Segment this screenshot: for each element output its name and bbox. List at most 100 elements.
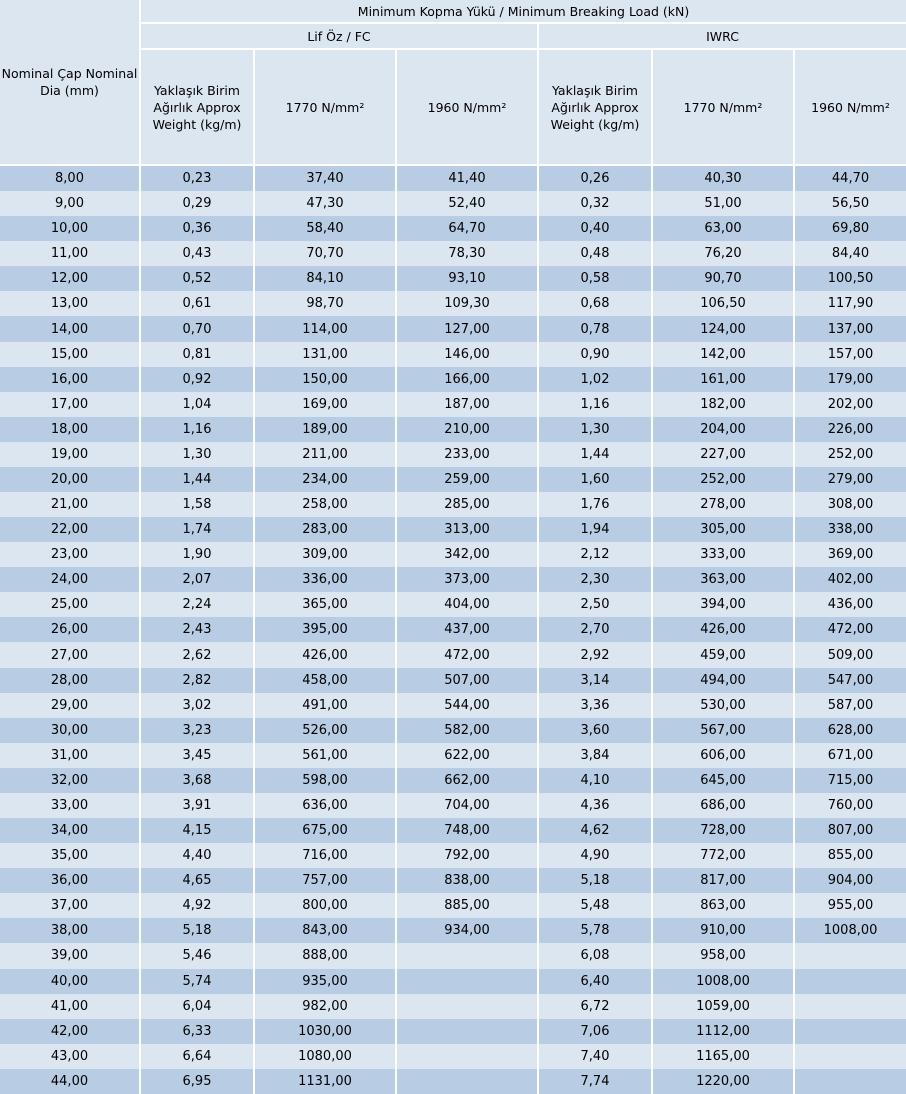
table-row: 42,00 6,33 1030,00 7,06 1112,00 <box>0 1018 906 1044</box>
fc-1770-cell: 1030,00 <box>253 1018 396 1044</box>
iwrc-weight-cell: 3,14 <box>537 667 652 693</box>
iwrc-1960-cell: 472,00 <box>792 617 906 643</box>
table-row: 38,00 5,18 843,00 934,00 5,78 910,00 1008,00 <box>0 918 906 944</box>
iwrc-weight-cell: 0,68 <box>537 291 652 317</box>
fc-1960-cell <box>395 943 538 969</box>
iwrc-1770-cell: 252,00 <box>651 466 794 493</box>
fc-1960-cell: 52,40 <box>395 191 538 217</box>
iwrc-1770-cell: 394,00 <box>651 592 794 618</box>
iwrc-weight-cell: 7,06 <box>537 1018 652 1044</box>
fc-1960-cell: 373,00 <box>395 567 538 593</box>
fc-1770-cell: 309,00 <box>253 542 396 568</box>
fc-1770-cell: 150,00 <box>253 366 396 392</box>
table-body: 8,00 0,23 37,40 41,40 0,26 40,30 44,70 9,00 0,29… <box>0 163 906 1094</box>
fc-1770-cell: 1080,00 <box>253 1043 396 1069</box>
iwrc-1770-cell: 305,00 <box>651 517 794 543</box>
fc-1770-cell: 37,40 <box>253 163 396 192</box>
table-row: 13,00 0,61 98,70 109,30 0,68 106,50 117,90 <box>0 291 906 317</box>
fc-1770-cell: 365,00 <box>253 592 396 618</box>
iwrc-1770-cell: 1165,00 <box>651 1043 794 1069</box>
iwrc-1770-cell: 530,00 <box>651 692 794 718</box>
fc-1960-cell: 233,00 <box>395 441 538 467</box>
iwrc-1960-cell: 1008,00 <box>792 918 906 944</box>
fc-1960-cell: 472,00 <box>395 642 538 668</box>
iwrc-1770-cell: 106,50 <box>651 291 794 317</box>
iwrc-1770-cell: 90,70 <box>651 266 794 292</box>
fc-1960-cell: 748,00 <box>395 818 538 844</box>
table-row: 43,00 6,64 1080,00 7,40 1165,00 <box>0 1043 906 1069</box>
iwrc-weight-cell: 4,10 <box>537 767 652 793</box>
fc-weight-cell: 4,65 <box>139 868 254 894</box>
iwrc-weight-cell: 5,78 <box>537 918 652 944</box>
nominal-dia-cell: 12,00 <box>0 266 140 292</box>
fc-1770-cell: 526,00 <box>253 717 396 743</box>
iwrc-weight-cell: 2,70 <box>537 617 652 643</box>
iwrc-1960-cell: 226,00 <box>792 416 906 442</box>
fc-1960-cell <box>395 968 538 994</box>
fc-1770-cell: 84,10 <box>253 266 396 292</box>
table-row: 39,00 5,46 888,00 6,08 958,00 <box>0 943 906 969</box>
nominal-dia-cell: 43,00 <box>0 1043 140 1069</box>
nominal-dia-cell: 30,00 <box>0 717 140 743</box>
table-row: 23,00 1,90 309,00 342,00 2,12 333,00 369,00 <box>0 542 906 568</box>
fc-weight-cell: 2,62 <box>139 642 254 668</box>
iwrc-weight-cell: 0,32 <box>537 191 652 217</box>
nominal-dia-cell: 33,00 <box>0 792 140 819</box>
iwrc-1960-cell: 904,00 <box>792 868 906 894</box>
table-row: 11,00 0,43 70,70 78,30 0,48 76,20 84,40 <box>0 241 906 267</box>
fc-weight-cell: 0,70 <box>139 316 254 342</box>
fc-1960-cell: 187,00 <box>395 391 538 417</box>
iwrc-weight-header: Yaklaşık Birim Ağırlık Approx Weight (kg… <box>537 48 652 165</box>
iwrc-1770-cell: 1059,00 <box>651 993 794 1019</box>
iwrc-1770-cell: 910,00 <box>651 918 794 944</box>
fc-1960-cell: 622,00 <box>395 742 538 768</box>
fc-1770-cell: 757,00 <box>253 868 396 894</box>
nominal-dia-cell: 11,00 <box>0 241 140 267</box>
iwrc-weight-cell: 1,76 <box>537 492 652 518</box>
fc-1770-cell: 598,00 <box>253 767 396 793</box>
iwrc-1960-cell: 279,00 <box>792 466 906 493</box>
fc-1960-cell <box>395 1043 538 1069</box>
nominal-dia-cell: 42,00 <box>0 1018 140 1044</box>
nominal-dia-header: Nominal Çap Nominal Dia (mm) <box>0 0 140 165</box>
nominal-dia-cell: 16,00 <box>0 366 140 392</box>
table-row: 24,00 2,07 336,00 373,00 2,30 363,00 402,00 <box>0 567 906 593</box>
iwrc-1770-cell: 863,00 <box>651 893 794 919</box>
iwrc-1770-cell: 606,00 <box>651 742 794 768</box>
iwrc-1770-cell: 142,00 <box>651 341 794 367</box>
iwrc-1960-cell <box>792 1018 906 1044</box>
iwrc-weight-cell: 2,92 <box>537 642 652 668</box>
iwrc-1770-cell: 494,00 <box>651 667 794 693</box>
fc-1770-cell: 1131,00 <box>253 1068 396 1094</box>
fc-1960-cell: 662,00 <box>395 767 538 793</box>
iwrc-1770-cell: 124,00 <box>651 316 794 342</box>
fc-1770-cell: 58,40 <box>253 216 396 242</box>
iwrc-weight-cell: 5,18 <box>537 868 652 894</box>
iwrc-1960-cell: 84,40 <box>792 241 906 267</box>
fc-weight-cell: 0,61 <box>139 291 254 317</box>
iwrc-weight-cell: 0,40 <box>537 216 652 242</box>
iwrc-1960-cell <box>792 1068 906 1094</box>
nominal-dia-cell: 20,00 <box>0 466 140 493</box>
fc-1960-cell: 437,00 <box>395 617 538 643</box>
iwrc-weight-cell: 4,36 <box>537 792 652 819</box>
breaking-load-header: Minimum Kopma Yükü / Minimum Breaking Lo… <box>138 0 906 23</box>
iwrc-weight-cell: 1,16 <box>537 391 652 417</box>
iwrc-1770-cell: 227,00 <box>651 441 794 467</box>
fc-weight-cell: 3,68 <box>139 767 254 793</box>
iwrc-weight-cell: 1,30 <box>537 416 652 442</box>
iwrc-1960-cell: 100,50 <box>792 266 906 292</box>
fc-weight-cell: 2,82 <box>139 667 254 693</box>
iwrc-weight-cell: 0,78 <box>537 316 652 342</box>
breaking-load-table: Nominal Çap Nominal Dia (mm) Minimum Kop… <box>0 0 906 1094</box>
nominal-dia-cell: 14,00 <box>0 316 140 342</box>
fc-weight-cell: 4,15 <box>139 818 254 844</box>
fc-1770-cell: 491,00 <box>253 692 396 718</box>
fc-weight-cell: 4,92 <box>139 893 254 919</box>
fc-weight-cell: 0,52 <box>139 266 254 292</box>
iwrc-1960-cell: 252,00 <box>792 441 906 467</box>
table-row: 22,00 1,74 283,00 313,00 1,94 305,00 338,00 <box>0 517 906 543</box>
iwrc-weight-cell: 0,90 <box>537 341 652 367</box>
fc-1770-cell: 189,00 <box>253 416 396 442</box>
fc-weight-cell: 3,23 <box>139 717 254 743</box>
